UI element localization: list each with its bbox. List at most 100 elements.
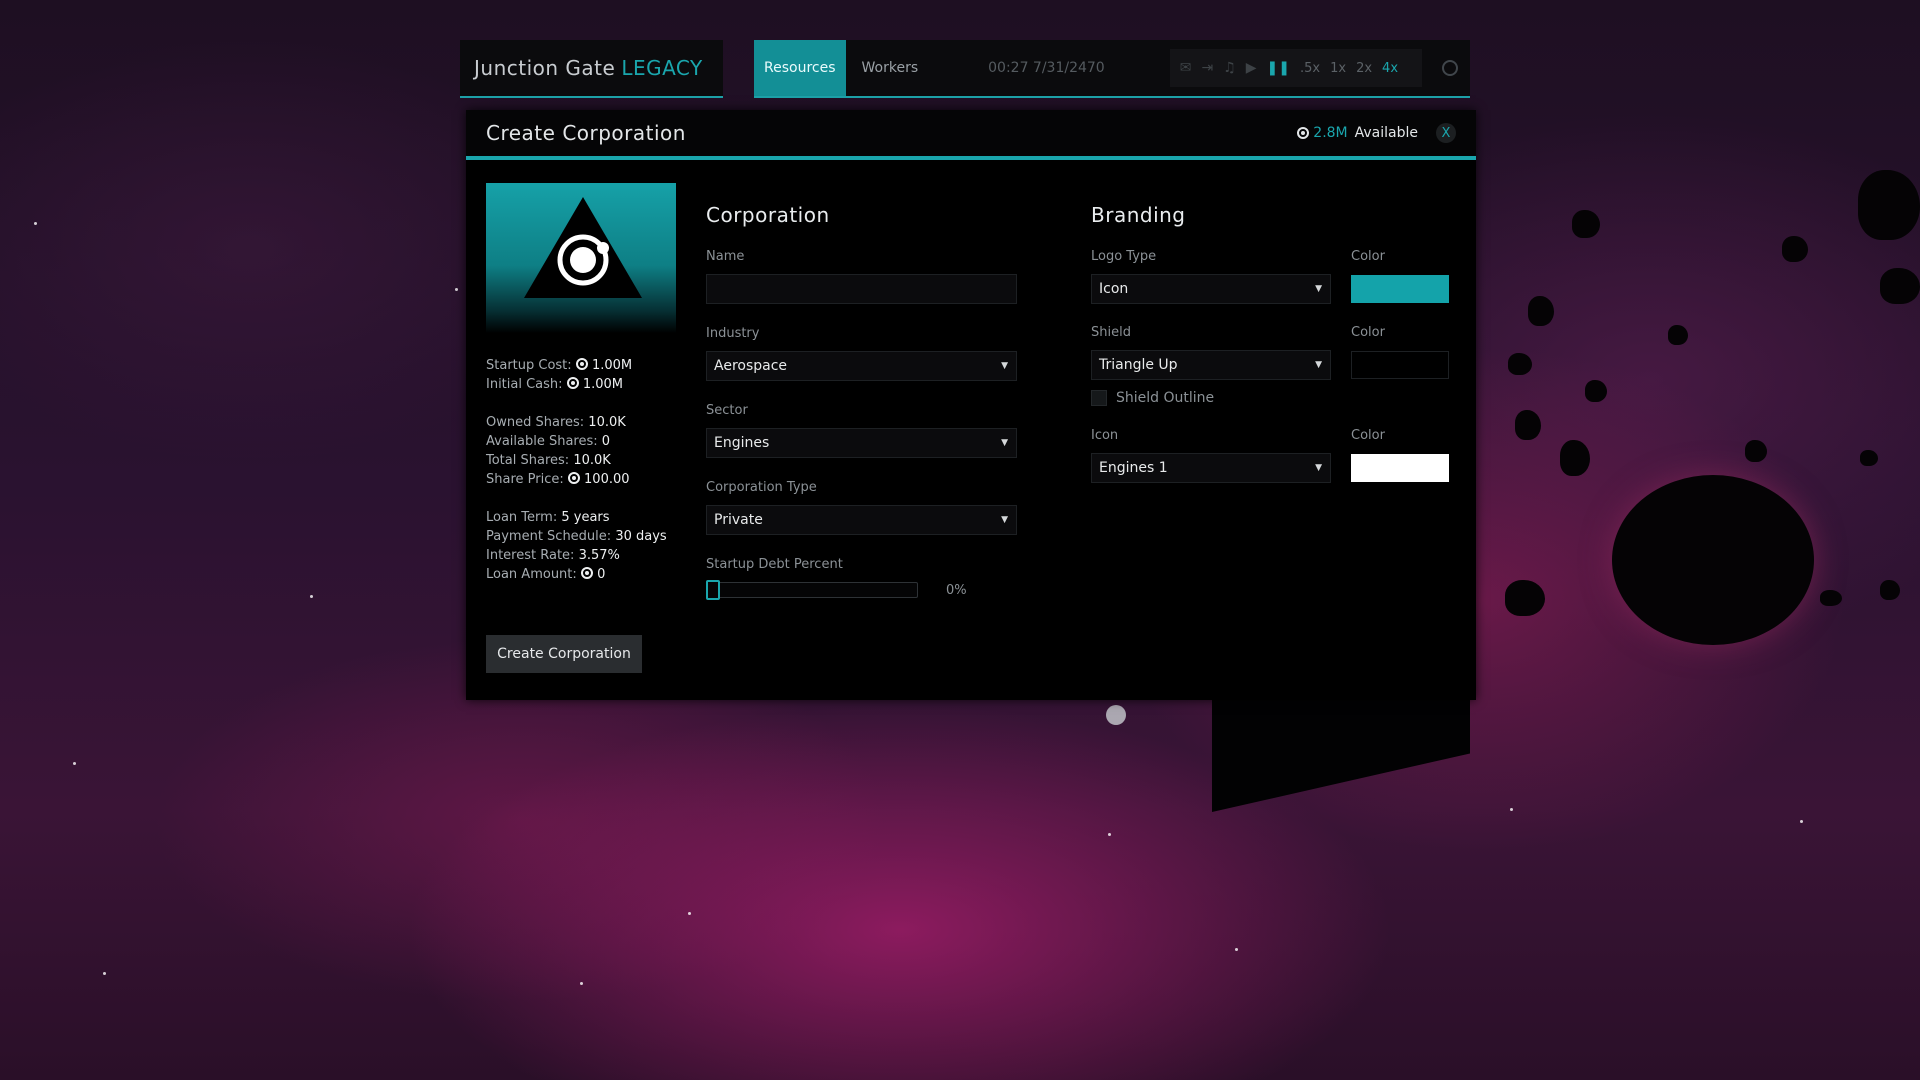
chevron-down-icon: ▼: [1315, 463, 1322, 473]
rock: [1508, 353, 1532, 375]
chevron-down-icon: ▼: [1001, 361, 1008, 371]
startup-debt-slider[interactable]: [706, 582, 918, 598]
corporation-section-title: Corporation: [706, 203, 830, 227]
share-price: Share Price: 100.00: [486, 470, 686, 489]
startup-cost: Startup Cost: 1.00M: [486, 356, 686, 375]
stat-label: Startup Cost:: [486, 358, 572, 373]
mail-icon[interactable]: ✉: [1180, 60, 1192, 76]
star: [1235, 948, 1238, 951]
shield-select[interactable]: Triangle Up ▼: [1091, 350, 1331, 380]
available-amount: 2.8M: [1313, 125, 1348, 141]
settings-icon[interactable]: [1441, 60, 1458, 76]
shield-outline-checkbox[interactable]: [1091, 390, 1107, 406]
stat-value: 5 years: [561, 510, 610, 525]
stat-label: Initial Cash:: [486, 377, 563, 392]
shield-color-label: Color: [1351, 325, 1385, 340]
stat-value: 30 days: [615, 529, 667, 544]
stat-value: 1.00M: [591, 358, 633, 373]
rock: [1782, 236, 1808, 262]
game-controls: ✉ ⇥ ♫ ▶ ❚❚ .5x 1x 2x 4x: [1169, 49, 1422, 87]
logo-color-label: Color: [1351, 249, 1385, 264]
logo-type-label: Logo Type: [1091, 249, 1157, 264]
rock: [1858, 170, 1920, 240]
chevron-down-icon: ▼: [1315, 360, 1322, 370]
stat-label: Total Shares:: [486, 453, 570, 468]
available-label: Available: [1354, 125, 1418, 141]
icon-select[interactable]: Engines 1 ▼: [1091, 453, 1331, 483]
credits-icon: [575, 358, 588, 370]
logo-color-swatch[interactable]: [1351, 275, 1449, 303]
create-corporation-button[interactable]: Create Corporation: [486, 635, 642, 673]
stat-label: Payment Schedule:: [486, 529, 612, 544]
logo-main: Junction Gate: [474, 56, 616, 80]
tab-resources[interactable]: Resources: [754, 40, 846, 96]
sector-value: Engines: [714, 435, 770, 451]
industry-select[interactable]: Aerospace ▼: [706, 351, 1017, 381]
stat-label: Share Price:: [486, 472, 564, 487]
tab-workers[interactable]: Workers: [852, 40, 929, 96]
star: [1510, 808, 1513, 811]
credits-icon: [1297, 127, 1310, 139]
star: [1800, 820, 1803, 823]
name-input[interactable]: [706, 274, 1017, 304]
speed-2x[interactable]: 2x: [1356, 61, 1372, 76]
shield-color-swatch[interactable]: [1351, 351, 1449, 379]
icon-color-swatch[interactable]: [1351, 454, 1449, 482]
shield-value: Triangle Up: [1099, 357, 1178, 373]
moon: [1106, 705, 1126, 725]
speed-4x[interactable]: 4x: [1382, 61, 1398, 76]
rock: [1880, 580, 1900, 600]
available-funds: 2.8M Available: [1297, 125, 1418, 141]
name-label: Name: [706, 249, 745, 264]
total-shares: Total Shares: 10.0K: [486, 451, 686, 470]
credits-icon: [566, 377, 579, 389]
app-logo: Junction Gate LEGACY: [460, 40, 723, 98]
rock: [1668, 325, 1688, 345]
speed-half[interactable]: .5x: [1300, 61, 1320, 76]
sector-select[interactable]: Engines ▼: [706, 428, 1017, 458]
payment-schedule: Payment Schedule: 30 days: [486, 527, 686, 546]
stat-value: 0: [597, 567, 606, 582]
stat-value: 100.00: [584, 472, 630, 487]
shield-label: Shield: [1091, 325, 1131, 340]
stat-label: Loan Amount:: [486, 567, 577, 582]
logo-accent: LEGACY: [621, 56, 703, 80]
initial-cash: Initial Cash: 1.00M: [486, 375, 686, 394]
star: [34, 222, 37, 225]
logo-type-select[interactable]: Icon ▼: [1091, 274, 1331, 304]
create-corporation-modal: Create Corporation 2.8M Available X Star…: [466, 110, 1476, 700]
stat-label: Available Shares:: [486, 434, 598, 449]
rock: [1880, 268, 1920, 304]
star: [310, 595, 313, 598]
speed-1x[interactable]: 1x: [1330, 61, 1346, 76]
chevron-down-icon: ▼: [1001, 515, 1008, 525]
play-icon[interactable]: ▶: [1246, 60, 1257, 76]
star: [1108, 833, 1111, 836]
rock: [1745, 440, 1767, 462]
music-icon[interactable]: ♫: [1223, 60, 1236, 76]
pause-icon[interactable]: ❚❚: [1267, 60, 1290, 76]
corporation-type-select[interactable]: Private ▼: [706, 505, 1017, 535]
corporation-type-label: Corporation Type: [706, 480, 817, 495]
corporation-type-value: Private: [714, 512, 763, 528]
star: [580, 982, 583, 985]
panel-shadow: [1212, 690, 1470, 812]
interest-rate: Interest Rate: 3.57%: [486, 546, 686, 565]
stat-label: Interest Rate:: [486, 548, 575, 563]
chevron-down-icon: ▼: [1001, 438, 1008, 448]
close-button[interactable]: X: [1436, 123, 1456, 143]
stat-value: 10.0K: [573, 453, 611, 468]
logo-preview: [486, 183, 676, 333]
star: [688, 912, 691, 915]
skip-icon[interactable]: ⇥: [1201, 60, 1213, 76]
available-shares: Available Shares: 0: [486, 432, 686, 451]
owned-shares: Owned Shares: 10.0K: [486, 413, 686, 432]
modal-header: Create Corporation 2.8M Available X: [466, 110, 1476, 160]
stat-value: 3.57%: [578, 548, 620, 563]
loan-term: Loan Term: 5 years: [486, 508, 686, 527]
stat-value: 10.0K: [588, 415, 626, 430]
slider-handle[interactable]: [706, 580, 720, 600]
rock: [1528, 296, 1554, 326]
top-nav: Resources Workers 00:27 7/31/2470 ✉ ⇥ ♫ …: [754, 40, 1470, 98]
rock: [1505, 580, 1545, 616]
